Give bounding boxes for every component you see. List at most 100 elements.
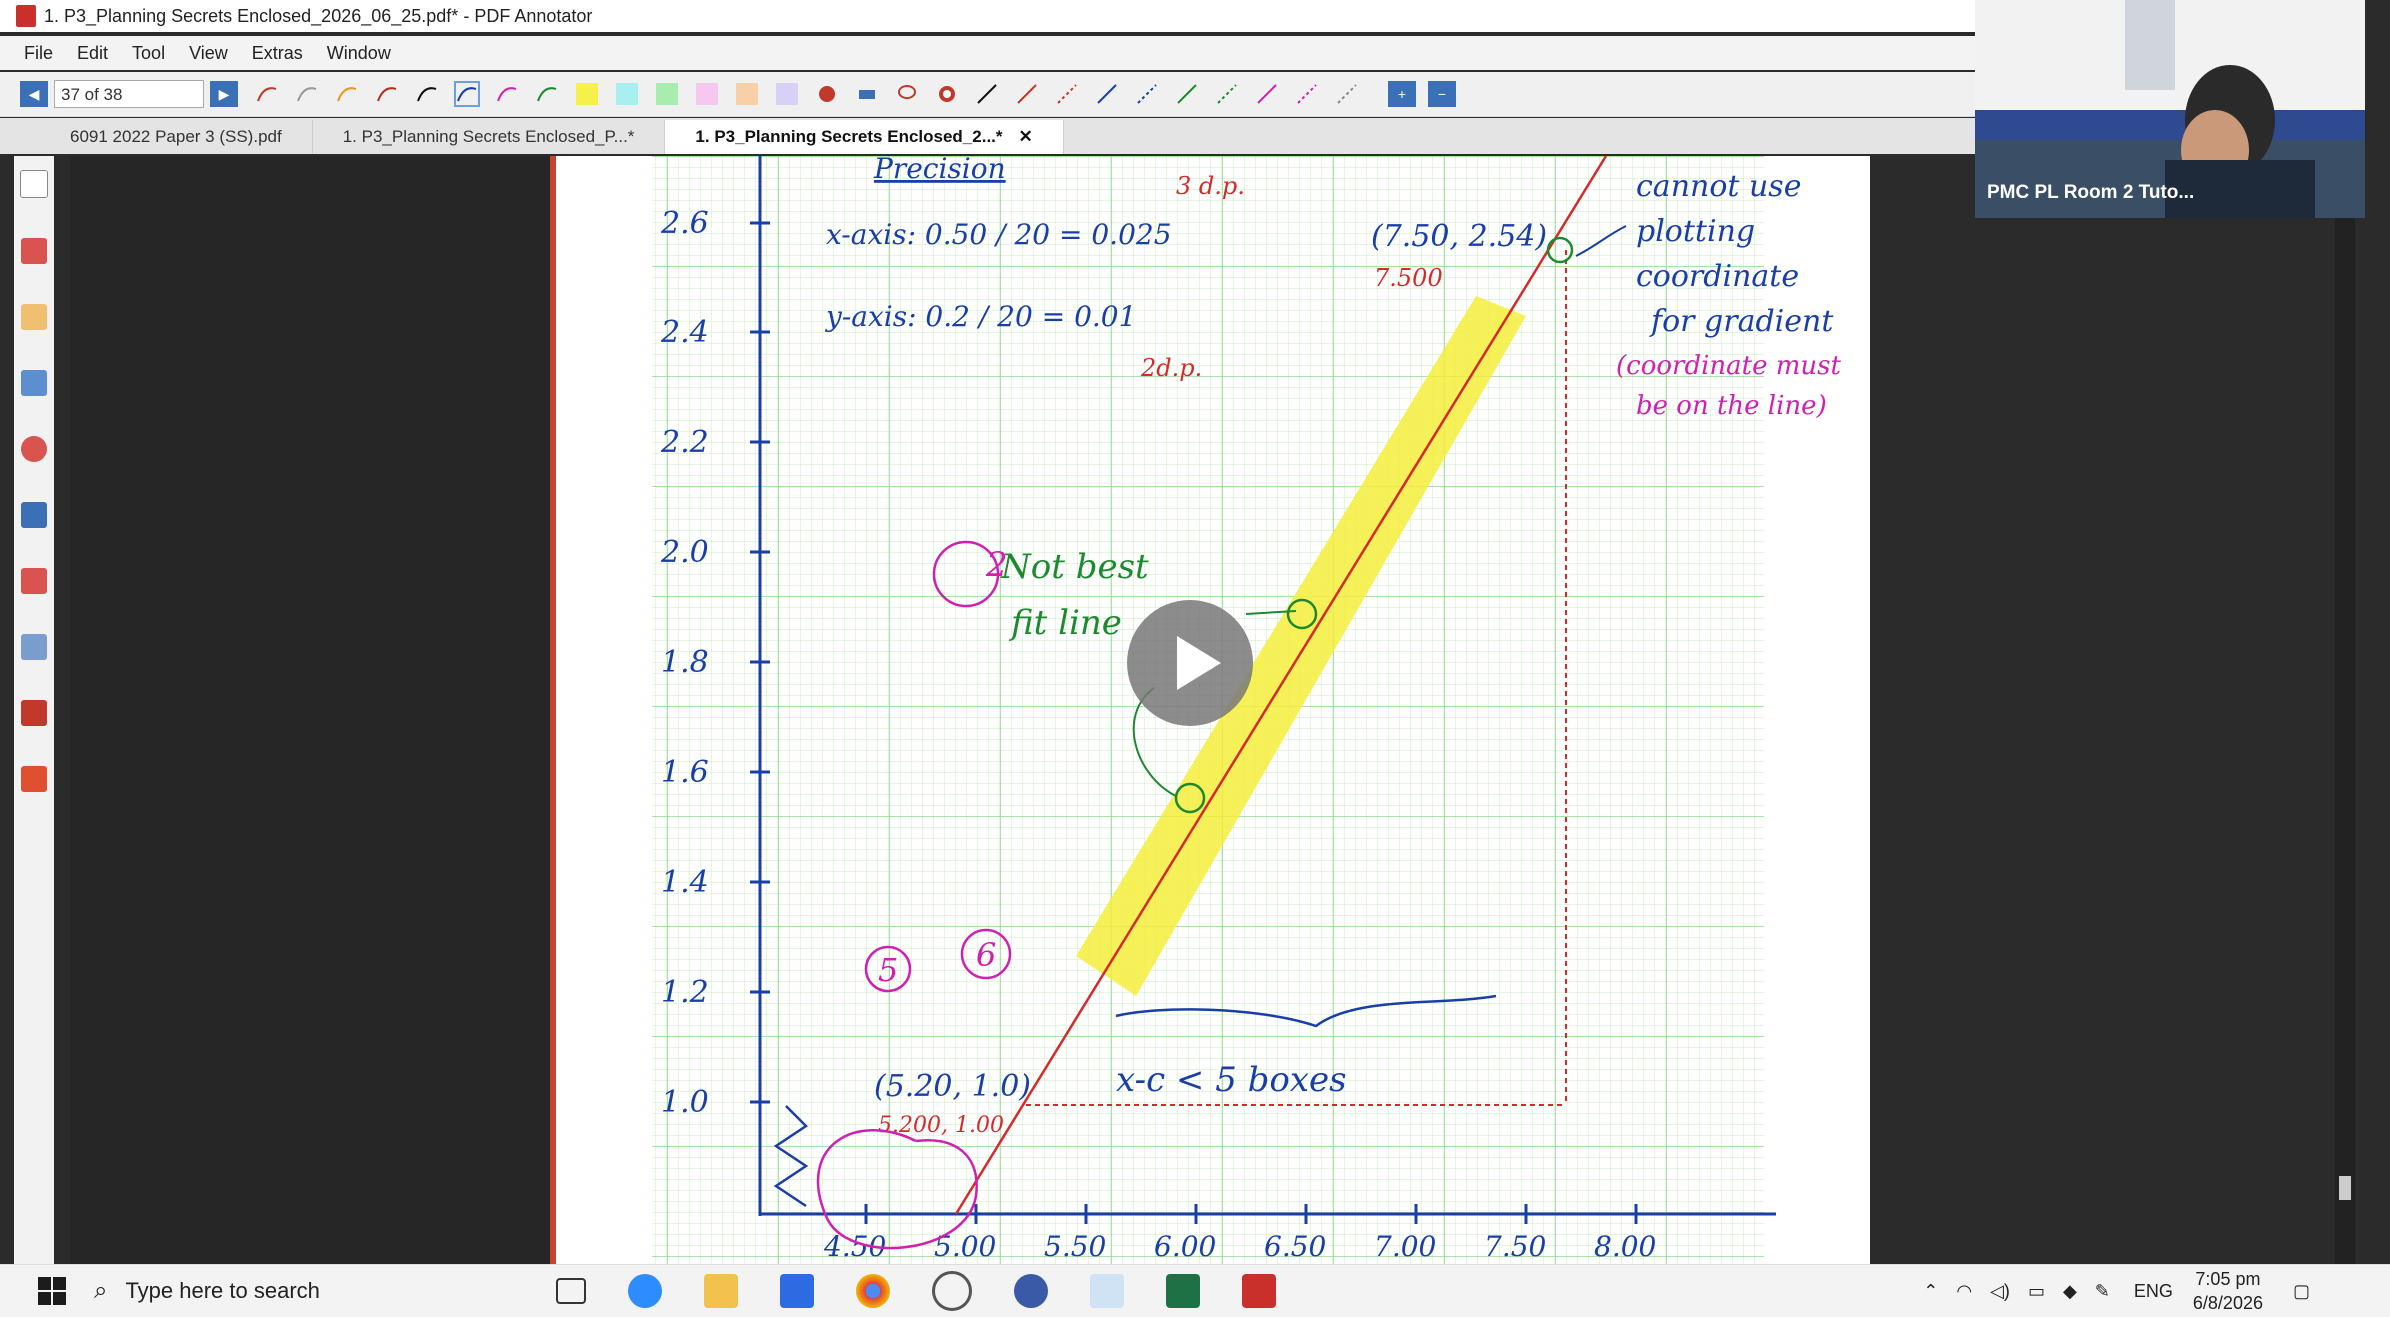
folder-icon[interactable] [21, 304, 47, 330]
vertical-scrollbar[interactable] [2335, 156, 2355, 1264]
network-icon[interactable]: ◠ [1956, 1281, 1972, 1302]
line-black-icon[interactable] [976, 83, 998, 105]
page-indicator[interactable]: 37 of 38 [54, 80, 204, 108]
zoom-out-button[interactable]: − [1428, 81, 1456, 107]
highlighter-pink-icon[interactable] [696, 83, 718, 105]
excel-icon[interactable] [1166, 1274, 1200, 1308]
next-page-button[interactable]: ▶ [210, 81, 238, 107]
two-dp-note: 2d.p. [1140, 354, 1202, 382]
hand-icon[interactable] [816, 83, 838, 105]
highlighter-green-icon[interactable] [656, 83, 678, 105]
line-green-icon[interactable] [1176, 83, 1198, 105]
start-button-icon[interactable] [38, 1277, 66, 1305]
zoom-in-button[interactable]: + [1388, 81, 1416, 107]
title-bar: 1. P3_Planning Secrets Enclosed_2026_06_… [0, 0, 1975, 32]
clock-date: 6/8/2026 [2192, 1293, 2263, 1313]
side-note-pink-1: (coordinate must [1616, 351, 1841, 381]
pen-tray-icon[interactable]: ✎ [2095, 1281, 2110, 1302]
file-explorer-icon[interactable] [704, 1274, 738, 1308]
system-tray: ⌃ ◠ ◁) ▭ ◆ ✎ ENG 7:05 pm 6/8/2026 ▢ [1923, 1265, 2310, 1317]
circled-number-5: 5 [878, 951, 898, 989]
menu-tool[interactable]: Tool [132, 43, 165, 64]
eraser-icon[interactable] [856, 83, 878, 105]
x-tick-label: 6.00 [1154, 1230, 1216, 1263]
pen-red-icon[interactable] [256, 83, 278, 105]
line-blue-icon[interactable] [1096, 83, 1118, 105]
tab-document-1[interactable]: 6091 2022 Paper 3 (SS).pdf [40, 120, 313, 154]
lasso-icon[interactable] [896, 83, 918, 105]
app-icon[interactable] [1014, 1274, 1048, 1308]
not-best-fit-line-2: fit line [1008, 603, 1122, 643]
precision-heading: Precision [873, 156, 1006, 185]
dropbox-icon[interactable] [780, 1274, 814, 1308]
battery-icon[interactable]: ▭ [2028, 1281, 2045, 1302]
stamp-icon[interactable] [21, 700, 47, 726]
text-box-icon[interactable] [21, 634, 47, 660]
y-tick-label: 1.4 [661, 865, 709, 900]
pen-black-icon[interactable] [416, 83, 438, 105]
search-placeholder: Type here to search [125, 1278, 320, 1303]
language-indicator[interactable]: ENG [2134, 1281, 2173, 1302]
menu-window[interactable]: Window [327, 43, 391, 64]
pen-blue-icon[interactable] [454, 81, 480, 107]
line-red-icon[interactable] [1016, 83, 1038, 105]
chevron-up-icon[interactable]: ⌃ [1923, 1281, 1938, 1302]
taskbar-search[interactable]: ⌕ Type here to search [94, 1277, 514, 1305]
menu-view[interactable]: View [189, 43, 228, 64]
clock-app-icon[interactable] [932, 1271, 972, 1311]
top-coordinate-correction: 7.500 [1374, 264, 1443, 292]
line-red-dashed-icon[interactable] [1056, 83, 1078, 105]
window-title: 1. P3_Planning Secrets Enclosed_2026_06_… [44, 5, 593, 26]
chrome-icon[interactable] [856, 1274, 890, 1308]
dropbox-tray-icon[interactable]: ◆ [2063, 1281, 2077, 1302]
line-pink-dashed-icon[interactable] [1296, 83, 1318, 105]
zoom-app-icon[interactable] [628, 1274, 662, 1308]
close-tab-icon[interactable]: ✕ [1019, 127, 1033, 146]
menu-file[interactable]: File [24, 43, 53, 64]
line-blue-dashed-icon[interactable] [1136, 83, 1158, 105]
pdf-annotator-taskbar-icon[interactable] [1242, 1274, 1276, 1308]
pen-orange-icon[interactable] [336, 83, 358, 105]
volume-icon[interactable]: ◁) [1990, 1281, 2010, 1302]
page-thumbnail-icon[interactable] [20, 170, 48, 198]
tab-label: 1. P3_Planning Secrets Enclosed_P...* [342, 127, 635, 146]
clock[interactable]: 7:05 pm 6/8/2026 [2193, 1267, 2263, 1315]
play-button[interactable] [1127, 600, 1253, 726]
document-viewer[interactable]: 2.6 2.4 2.2 2.0 1.8 1.6 1.4 1.2 1.0 4.50… [70, 156, 1870, 1264]
highlighter-cyan-icon[interactable] [616, 83, 638, 105]
highlighter-yellow-icon[interactable] [576, 83, 598, 105]
record-icon[interactable] [936, 83, 958, 105]
menu-edit[interactable]: Edit [77, 43, 108, 64]
pen-tool-icon[interactable] [21, 238, 47, 264]
writing-app-icon[interactable] [1090, 1274, 1124, 1308]
pen-green-icon[interactable] [536, 83, 558, 105]
marker-icon[interactable] [21, 568, 47, 594]
pen-pink-icon[interactable] [496, 83, 518, 105]
highlighter-orange-icon[interactable] [736, 83, 758, 105]
pdf-annotator-icon [16, 5, 36, 27]
previous-page-button[interactable]: ◀ [20, 81, 48, 107]
not-best-fit-line-1: Not best [1000, 547, 1149, 587]
notification-icon[interactable]: ▢ [2293, 1281, 2310, 1302]
blue-pen-icon[interactable] [21, 502, 47, 528]
line-pink-icon[interactable] [1256, 83, 1278, 105]
boxes-note: x-c < 5 boxes [1116, 1060, 1347, 1100]
scrollbar-thumb[interactable] [2339, 1176, 2351, 1200]
x-tick-label: 5.50 [1044, 1230, 1106, 1263]
arrow-tool-icon[interactable] [21, 766, 47, 792]
webcam-thumbnail[interactable]: PMC PL Room 2 Tuto... [1975, 0, 2365, 218]
pen-light-icon[interactable] [296, 83, 318, 105]
highlighter-purple-icon[interactable] [776, 83, 798, 105]
x-tick-label: 8.00 [1594, 1230, 1656, 1263]
pen-darkred-icon[interactable] [376, 83, 398, 105]
task-view-icon[interactable] [556, 1278, 586, 1304]
tab-document-2[interactable]: 1. P3_Planning Secrets Enclosed_P...* [313, 120, 666, 154]
attachment-icon[interactable] [21, 370, 47, 396]
tab-document-3[interactable]: 1. P3_Planning Secrets Enclosed_2...* ✕ [665, 120, 1064, 154]
line-gray-dashed-icon[interactable] [1336, 83, 1358, 105]
favorites-icon[interactable] [21, 436, 47, 462]
line-green-dashed-icon[interactable] [1216, 83, 1238, 105]
circled-number-6: 6 [976, 936, 996, 974]
menu-extras[interactable]: Extras [252, 43, 303, 64]
search-icon: ⌕ [94, 1277, 108, 1304]
